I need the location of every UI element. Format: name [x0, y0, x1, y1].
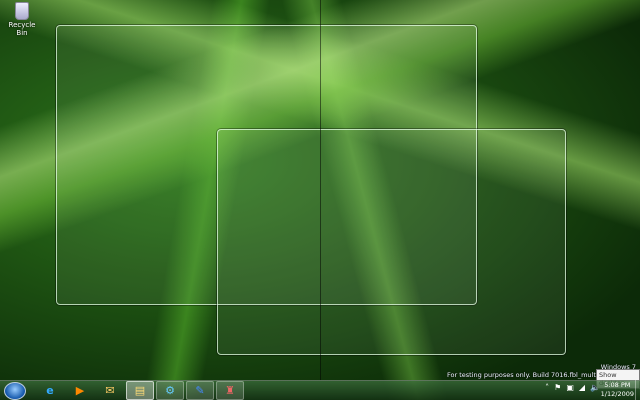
system-tray: ˄ ⚑ ▣ ◢ 🔈: [545, 383, 600, 392]
outlook-icon: ✉: [105, 384, 115, 397]
media-player-icon: ▶: [75, 384, 85, 397]
peek-window-edge: [320, 0, 321, 380]
network-app-icon: ⚙: [165, 384, 175, 397]
action-center-flag-icon[interactable]: ⚑: [554, 383, 561, 392]
clock[interactable]: 5:08 PM 1/12/2009: [601, 381, 634, 399]
clock-time: 5:08 PM: [604, 381, 631, 389]
start-button[interactable]: [4, 381, 26, 400]
display-icon[interactable]: ▣: [566, 383, 574, 392]
recycle-bin-icon: [15, 2, 29, 20]
clock-date: 1/12/2009: [600, 390, 634, 398]
desktop[interactable]: Recycle Bin Windows 7 For testing purpos…: [0, 0, 640, 380]
taskbar: e ▶ ✉ ▤ ⚙ ✎ ♜: [0, 380, 640, 400]
recycle-bin[interactable]: Recycle Bin: [2, 2, 42, 37]
taskbar-windows-explorer[interactable]: ▤: [126, 381, 154, 400]
volume-muted-icon[interactable]: 🔈: [590, 383, 600, 392]
recycle-bin-label: Recycle Bin: [8, 21, 36, 37]
internet-explorer-icon: e: [46, 384, 54, 397]
folder-icon: ▤: [134, 384, 146, 397]
show-desktop-button[interactable]: [635, 380, 640, 400]
taskbar-tool-app[interactable]: ♜: [216, 381, 244, 400]
peek-window-outline: [217, 129, 566, 355]
taskbar-paint[interactable]: ✎: [186, 381, 214, 400]
taskbar-outlook[interactable]: ✉: [96, 381, 124, 400]
taskbar-media-player[interactable]: ▶: [66, 381, 94, 400]
tool-app-icon: ♜: [225, 384, 235, 397]
paint-icon: ✎: [195, 384, 205, 397]
taskbar-internet-explorer[interactable]: e: [36, 381, 64, 400]
show-hidden-icon[interactable]: ˄: [545, 383, 549, 392]
network-signal-icon[interactable]: ◢: [579, 383, 585, 392]
taskbar-network-app[interactable]: ⚙: [156, 381, 184, 400]
